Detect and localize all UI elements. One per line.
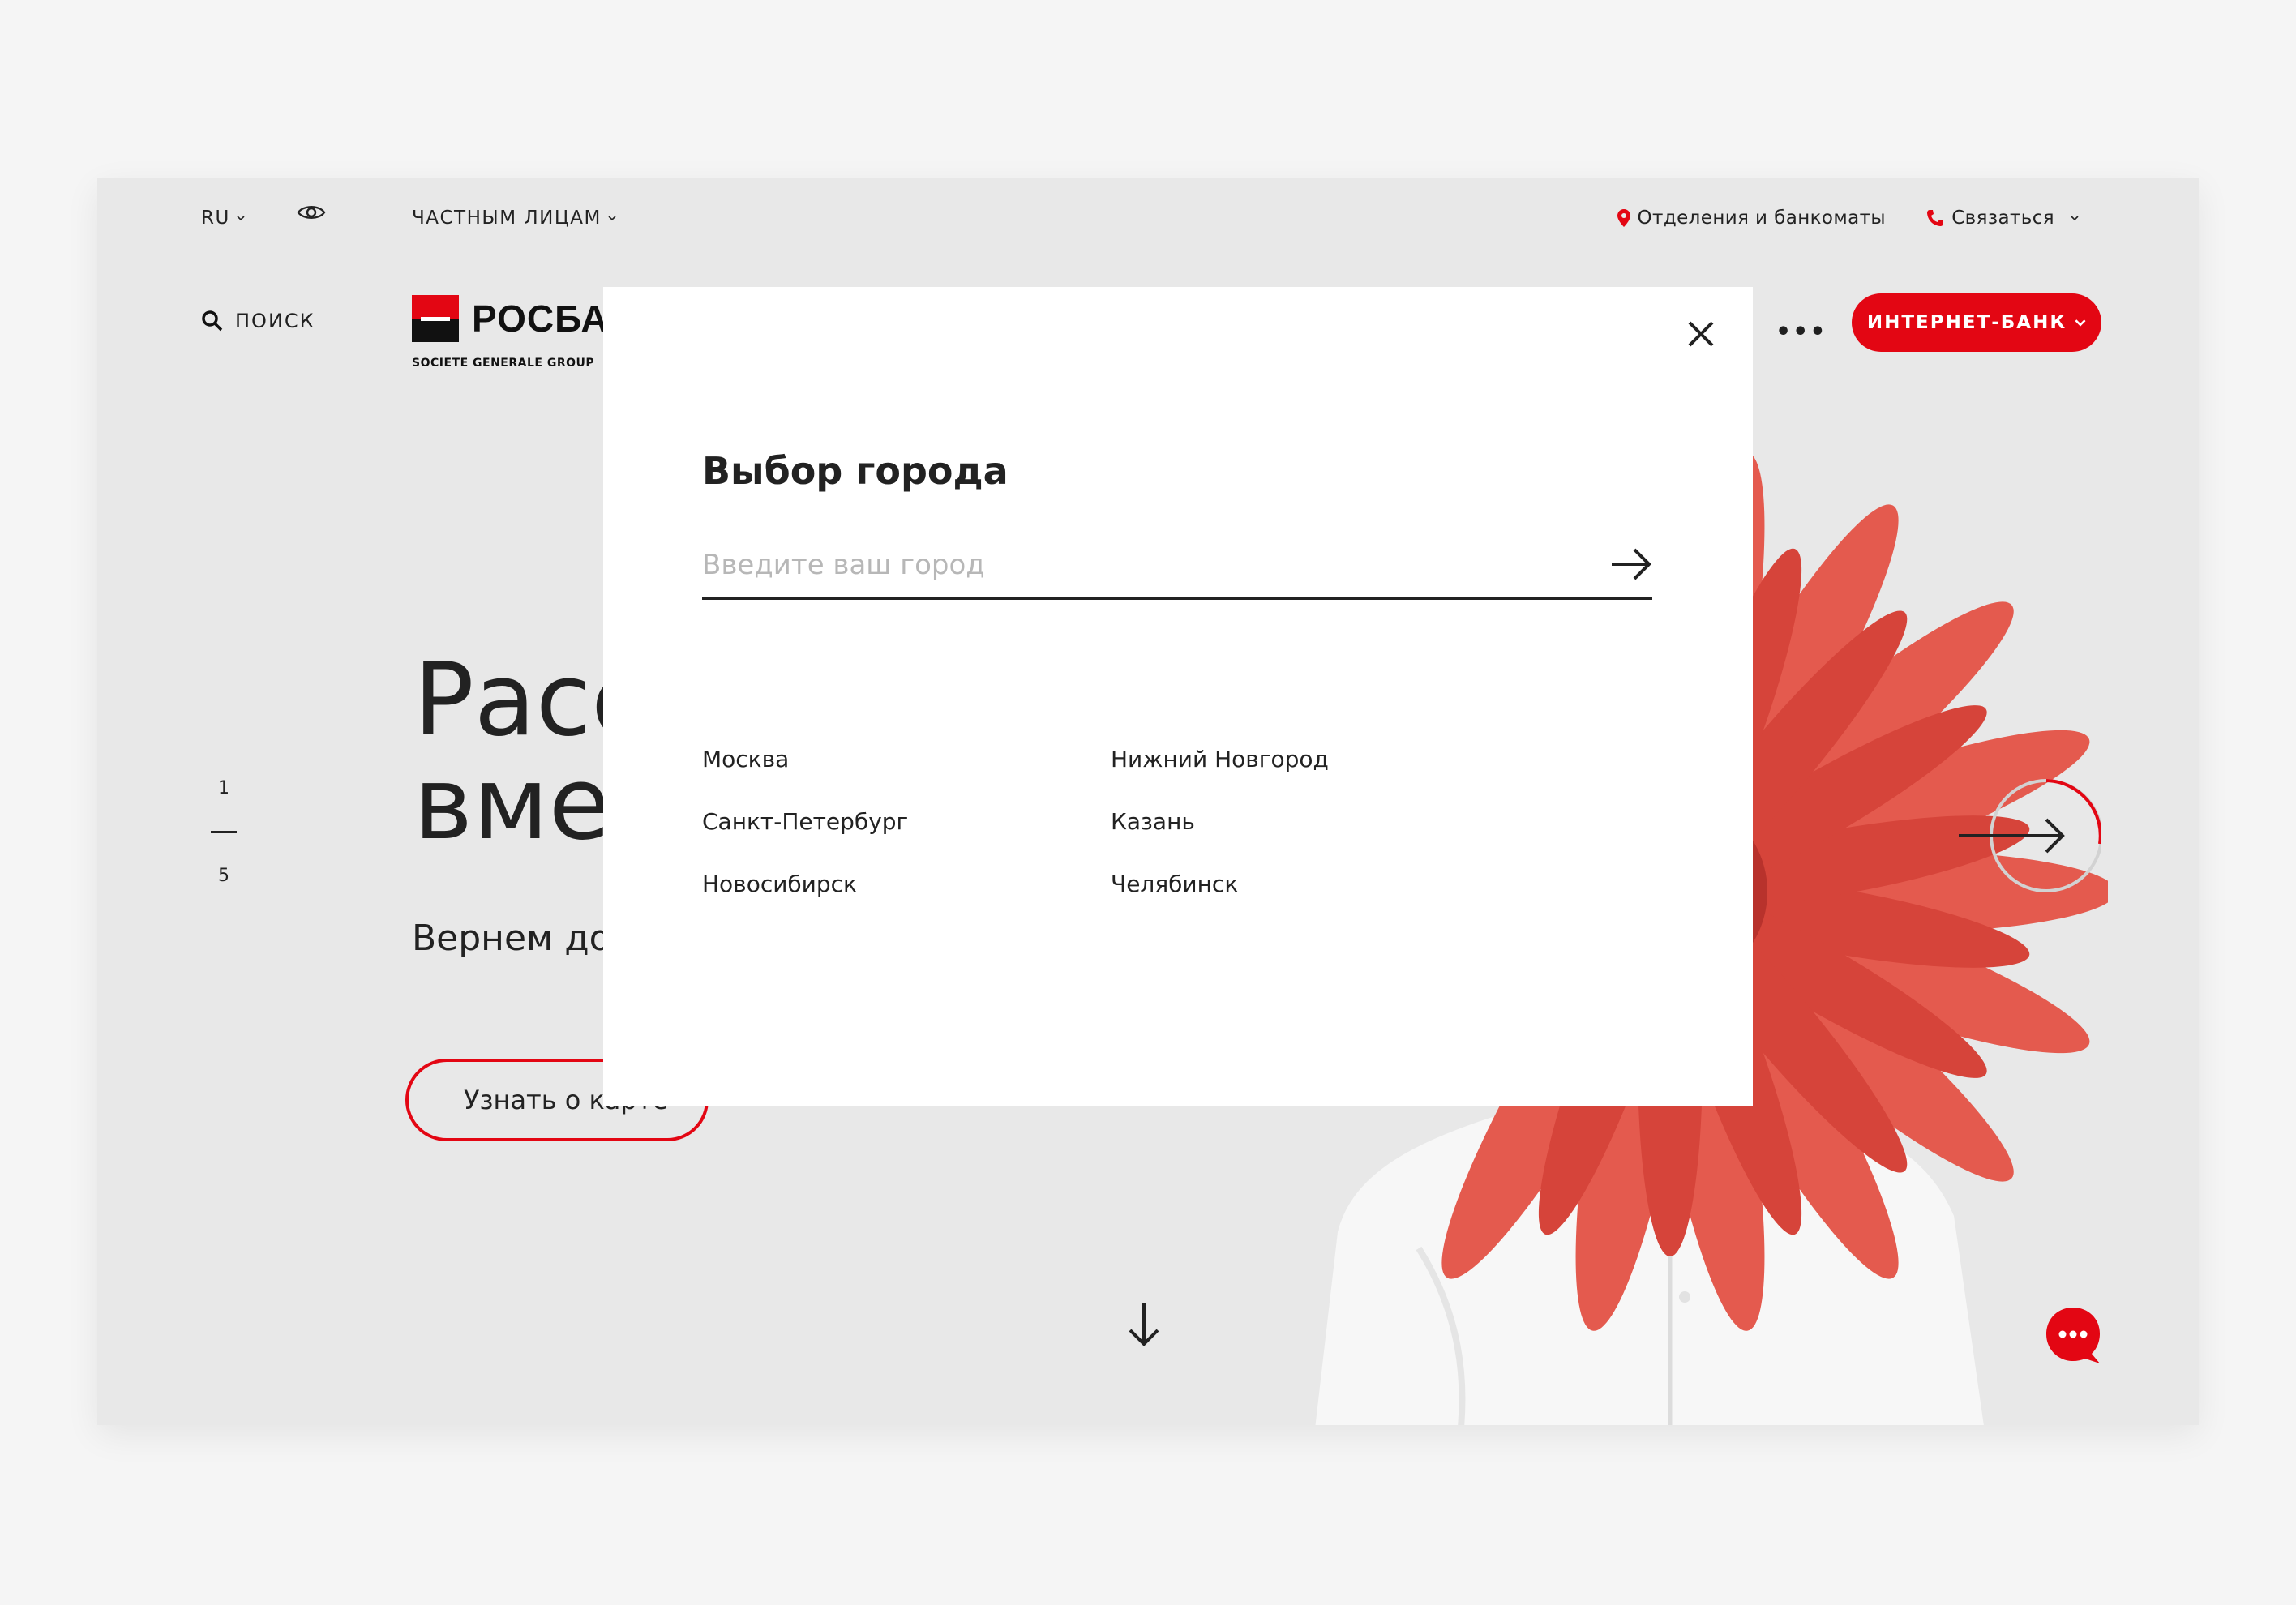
location-pin-icon	[1617, 209, 1630, 227]
chevron-down-icon	[237, 216, 245, 221]
logo[interactable]: РОСБА SOCIETE GENERALE GROUP	[412, 295, 609, 370]
chevron-down-icon	[608, 216, 616, 221]
top-bar: RU ЧАСТНЫМ ЛИЦАМ Отделения и банкоматы С…	[97, 178, 2199, 276]
modal-title: Выбор города	[702, 449, 1009, 493]
logo-name: РОСБА	[472, 297, 609, 340]
page-frame: RU ЧАСТНЫМ ЛИЦАМ Отделения и банкоматы С…	[97, 178, 2199, 1425]
city-selection-modal: Выбор города Москва Нижний Новгород Санк…	[603, 287, 1753, 1106]
eye-icon	[297, 206, 326, 219]
arrow-down-icon[interactable]	[1124, 1300, 1164, 1349]
language-selector[interactable]: RU	[201, 208, 245, 229]
search-icon	[202, 310, 223, 332]
branches-link[interactable]: Отделения и банкоматы	[1617, 208, 1886, 229]
search-label: ПОИСК	[235, 310, 315, 332]
chevron-down-icon	[2071, 216, 2079, 221]
segment-selector[interactable]: ЧАСТНЫМ ЛИЦАМ	[412, 208, 616, 229]
slide-pager: 1 5	[208, 778, 240, 886]
close-icon[interactable]	[1681, 315, 1720, 353]
search-button[interactable]: ПОИСК	[201, 310, 315, 332]
pager-current: 1	[218, 778, 229, 798]
phone-icon	[1927, 210, 1944, 226]
pager-total: 5	[218, 866, 229, 886]
city-link-novosibirsk[interactable]: Новосибирск	[702, 871, 857, 897]
city-link-chelyabinsk[interactable]: Челябинск	[1111, 871, 1238, 897]
contact-menu[interactable]: Связаться	[1925, 208, 2079, 229]
internet-bank-label: ИНТЕРНЕТ-БАНК	[1866, 312, 2067, 333]
chat-icon[interactable]	[2043, 1305, 2103, 1365]
segment-label: ЧАСТНЫМ ЛИЦАМ	[412, 208, 602, 229]
logo-subtitle: SOCIETE GENERALE GROUP	[412, 357, 595, 370]
internet-bank-button[interactable]: ИНТЕРНЕТ-БАНК	[1852, 293, 2101, 352]
branches-label: Отделения и банкоматы	[1637, 208, 1886, 229]
contact-label: Связаться	[1951, 208, 2054, 229]
city-link-nizhny-novgorod[interactable]: Нижний Новгород	[1111, 746, 1329, 773]
logo-mark	[412, 295, 459, 342]
city-input[interactable]	[702, 538, 1578, 592]
pager-divider	[211, 831, 237, 833]
chevron-down-icon	[2075, 319, 2086, 327]
more-menu-button[interactable]: •••	[1776, 318, 1827, 346]
next-slide-button[interactable]	[1955, 775, 2101, 897]
city-link-saint-petersburg[interactable]: Санкт-Петербург	[702, 808, 908, 835]
city-link-kazan[interactable]: Казань	[1111, 808, 1195, 835]
city-search-field	[702, 538, 1652, 600]
hero-subtitle: Вернем до	[412, 918, 611, 959]
arrow-right-icon[interactable]	[1610, 546, 1652, 582]
accessibility-toggle[interactable]	[297, 203, 326, 222]
language-label: RU	[201, 208, 230, 229]
city-link-moscow[interactable]: Москва	[702, 746, 789, 773]
